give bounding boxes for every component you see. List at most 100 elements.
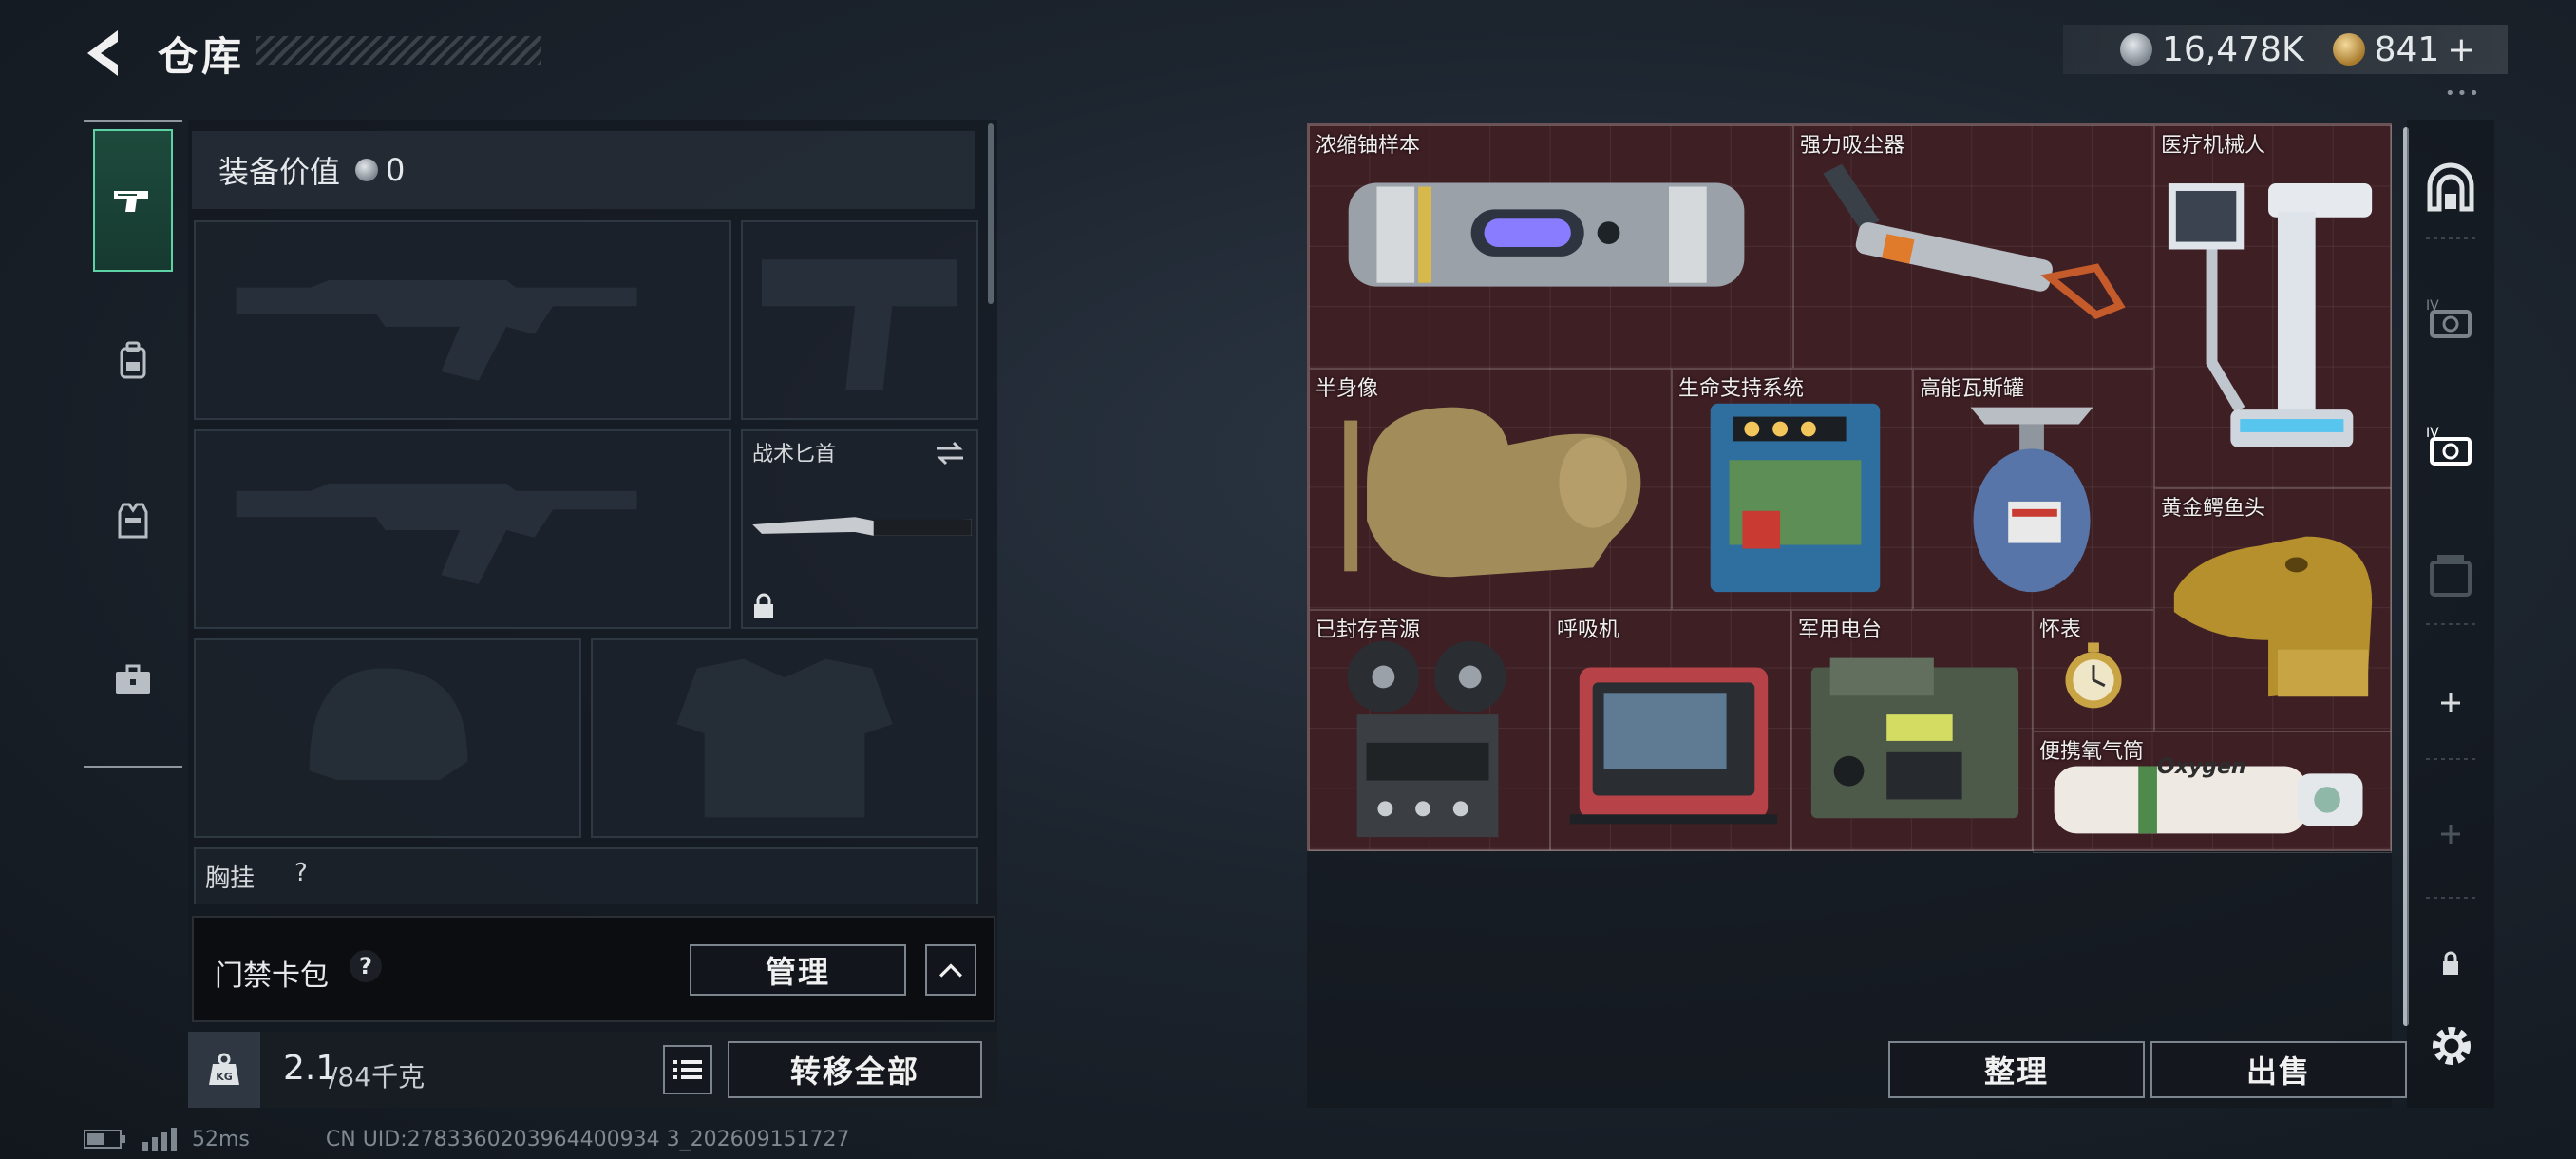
chest-rig-help-icon[interactable]: ? [294, 859, 308, 887]
helmet-silhouette-icon [309, 668, 468, 781]
equipment-scrollbar[interactable] [988, 124, 994, 304]
item-name: 高能瓦斯罐 [1920, 377, 2025, 401]
tab-vest[interactable] [93, 448, 173, 591]
divider [2426, 897, 2475, 899]
back-arrow-icon[interactable] [82, 27, 129, 80]
tab-weapons[interactable] [93, 129, 173, 272]
item-powerful-vacuum[interactable]: 强力吸尘器 [1793, 125, 2154, 369]
gear-icon [2433, 1027, 2471, 1065]
lock-case-button[interactable] [2407, 916, 2494, 1011]
locked-case-icon [2430, 555, 2472, 597]
item-name: 便携氧气筒 [2039, 740, 2145, 764]
divider [2426, 758, 2475, 760]
item-name: 呼吸机 [1557, 618, 1620, 642]
silver-coin-icon [2120, 33, 2152, 66]
sell-button[interactable]: 出售 [2150, 1041, 2407, 1098]
weight-kg-icon: KG [209, 1053, 239, 1085]
equipment-value-row: 装备价值 0 [192, 131, 975, 209]
tab-backpack[interactable] [93, 289, 173, 431]
case-iv-active-tab[interactable]: IV [2407, 395, 2494, 490]
more-dots: ••• [2445, 84, 2481, 104]
vacuum-icon [1823, 163, 2126, 319]
equipment-value: 0 [386, 152, 406, 188]
equipment-value-label: 装备价值 [218, 154, 341, 190]
equipment-tab-bar [84, 120, 182, 768]
item-military-radio[interactable]: 军用电台 [1791, 610, 2033, 851]
weight-capacity: /84千克 [329, 1061, 426, 1092]
transfer-all-button[interactable]: 转移全部 [728, 1041, 982, 1098]
chest-rig-label: 胸挂 [205, 864, 256, 893]
vest-icon [118, 503, 148, 539]
item-medical-robot[interactable]: 医疗机械人 [2154, 125, 2392, 488]
tab-toolbox[interactable] [93, 608, 173, 750]
equipment-panel: 装备价值 0 战术匕首 胸挂 ? 门禁卡包 ? 管理 KG 2.1 /84千克 … [188, 120, 997, 1108]
sidearm-slot[interactable] [741, 220, 978, 420]
reel-to-reel-icon [1347, 640, 1506, 838]
add-disabled-icon [2441, 825, 2460, 844]
sort-button[interactable]: 整理 [1888, 1041, 2145, 1098]
storage-grid: 浓缩铀样本 强力吸尘器 医疗机械人 半身像 生命支持系统 高能瓦斯罐 黄金鳄鱼头… [1307, 124, 2392, 853]
item-gas-canister[interactable]: 高能瓦斯罐 [1913, 369, 2154, 610]
weight-bar: KG 2.1 /84千克 转移全部 [188, 1032, 997, 1108]
pistol-icon [114, 191, 148, 212]
page-title: 仓库 [158, 33, 246, 80]
settings-button[interactable] [2426, 1020, 2477, 1072]
armor-silhouette-icon [676, 658, 893, 818]
storage-panel-footer: 整理 出售 [1307, 851, 2407, 1108]
currency-bar: 16,478K 841 + [2063, 25, 2508, 74]
warehouse-arch-icon [2427, 162, 2474, 212]
item-life-support[interactable]: 生命支持系统 [1672, 369, 1913, 610]
add-case-button[interactable] [2407, 656, 2494, 750]
lock-icon [2443, 951, 2458, 975]
chest-rig-slot[interactable]: 胸挂 ? [194, 847, 978, 904]
case-locked-tab[interactable] [2407, 526, 2494, 621]
golden-crocodile-icon [2173, 536, 2373, 697]
item-name: 医疗机械人 [2161, 134, 2266, 158]
item-name: 生命支持系统 [1678, 377, 1805, 401]
helmet-slot[interactable] [194, 638, 581, 838]
item-golden-crocodile-head[interactable]: 黄金鳄鱼头 [2154, 488, 2392, 732]
chevron-up-icon [939, 963, 962, 978]
oxygen-label-text: Oxygen [2157, 755, 2246, 779]
backpack-icon [120, 341, 146, 379]
keycard-help-icon[interactable]: ? [350, 950, 382, 982]
case-iv-tab[interactable]: IV [2407, 268, 2494, 363]
secondary-weapon-slot[interactable] [194, 429, 731, 629]
tactical-knife-icon [752, 517, 972, 536]
gas-canister-icon [1970, 407, 2093, 593]
level-iv-case-icon: IV [2426, 298, 2472, 338]
silver-amount: 16,478K [2162, 29, 2304, 69]
item-uranium-sample[interactable]: 浓缩铀样本 [1309, 125, 1793, 369]
divider [2426, 238, 2475, 239]
ventilator-icon [1569, 667, 1778, 825]
warehouse-tab[interactable] [2407, 141, 2494, 236]
silver-coin-icon [355, 159, 379, 181]
add-gold-button[interactable]: + [2447, 30, 2475, 69]
keycard-bar: 门禁卡包 ? 管理 [192, 916, 995, 1022]
item-bust[interactable]: 半身像 [1309, 369, 1672, 610]
item-sealed-audio[interactable]: 已封存音源 [1309, 610, 1550, 851]
item-portable-oxygen[interactable]: 便携氧气筒 Oxygen [2033, 732, 2392, 853]
item-ventilator[interactable]: 呼吸机 [1550, 610, 1791, 851]
collapse-button[interactable] [925, 944, 976, 996]
signal-icon [142, 1128, 177, 1151]
manage-button[interactable]: 管理 [690, 944, 906, 996]
add-case-disabled [2407, 787, 2494, 882]
list-icon [673, 1060, 702, 1079]
primary-weapon-slot[interactable] [194, 220, 731, 420]
add-icon [2441, 694, 2460, 712]
svg-text:KG: KG [216, 1071, 233, 1083]
item-name: 怀表 [2039, 618, 2082, 642]
list-view-button[interactable] [663, 1045, 712, 1094]
item-name: 已封存音源 [1316, 618, 1421, 642]
gold-coin-icon [2332, 33, 2365, 66]
melee-slot[interactable]: 战术匕首 [741, 429, 978, 629]
body-armor-slot[interactable] [591, 638, 978, 838]
item-pocket-watch[interactable]: 怀表 [2033, 610, 2154, 732]
battery-icon [84, 1130, 125, 1149]
uranium-canister-icon [1348, 182, 1745, 287]
bust-statue-icon [1344, 407, 1641, 578]
item-name: 半身像 [1316, 377, 1379, 401]
toolbox-icon [116, 664, 150, 694]
item-name: 强力吸尘器 [1800, 134, 1905, 158]
